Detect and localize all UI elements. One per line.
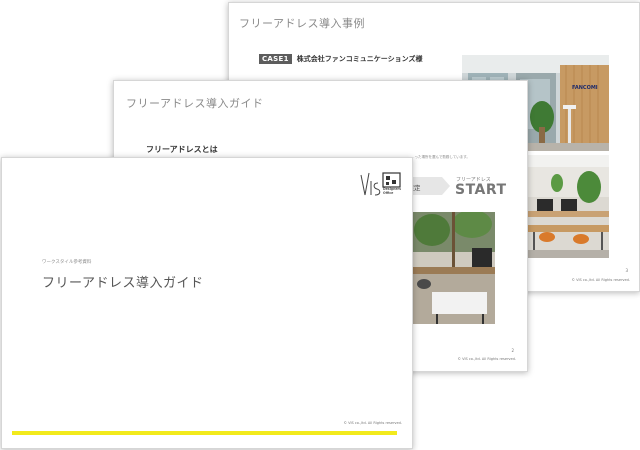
brand-text: Designers Office [383,187,401,195]
section-heading: フリーアドレスとは [146,145,218,154]
brand-line-2: Office [383,190,394,195]
vis-designers-office-logo [360,172,401,196]
cover-title: フリーアドレス導入ガイド [42,276,204,291]
office-sign-text: FANCOMI [572,85,598,91]
case-company: 株式会社ファンコミュニケーションズ様 [296,55,423,63]
cover-subtitle: ワークスタイル参考資料 [42,260,92,265]
copyright-footer: © VIS co.,ltd. All Rights reserved. [343,421,403,425]
case-tag: CASE1 [259,54,292,64]
copyright-footer: © VIS co.,ltd. All Rights reserved. [571,278,631,282]
page-number: 2 [511,348,514,353]
office-lounge-photo [412,212,495,324]
case-heading: CASE1 株式会社ファンコミュニケーションズ様 [259,54,422,64]
slide-title: フリーアドレス導入ガイド [126,97,264,110]
page-number: 3 [625,268,628,273]
slide-cover[interactable]: Designers Office ワークスタイル参考資料 フリーアドレス導入ガイ… [1,157,413,449]
body-text: …った場所を選んで勤務しています。 [411,155,470,159]
start-label: START [455,182,507,198]
slide-title: フリーアドレス導入事例 [239,17,366,30]
office-desks-photo [527,155,609,258]
accent-bar [12,431,397,435]
copyright-footer: © VIS co.,ltd. All Rights reserved. [457,357,517,361]
